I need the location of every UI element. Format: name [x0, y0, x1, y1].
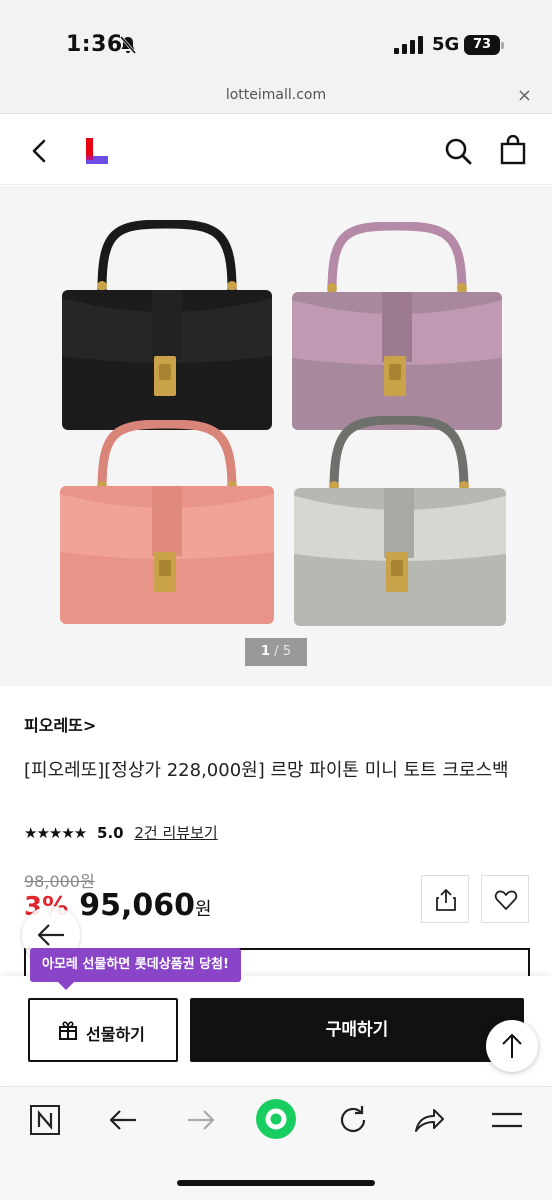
url-text[interactable]: lotteimall.com	[0, 87, 552, 103]
product-image-black-bag	[62, 220, 272, 430]
url-bar[interactable]: lotteimall.com ×	[0, 80, 552, 114]
battery-tip	[501, 42, 504, 49]
shopping-bag-icon[interactable]	[500, 135, 526, 165]
arrow-left-icon	[37, 924, 64, 946]
menu-icon[interactable]	[490, 1103, 524, 1137]
refresh-icon[interactable]	[336, 1103, 370, 1137]
share-arrow-icon[interactable]	[412, 1103, 446, 1137]
status-time: 1:36	[66, 32, 123, 57]
back-chevron-icon[interactable]	[26, 137, 52, 165]
arrow-up-icon	[502, 1034, 522, 1058]
product-image-purple-bag	[292, 222, 502, 430]
brand-name[interactable]: 피오레또	[24, 716, 83, 735]
home-indicator	[177, 1180, 375, 1186]
silent-bell-icon	[119, 36, 137, 54]
gift-icon	[59, 1021, 77, 1040]
naver-home-icon[interactable]	[28, 1103, 62, 1137]
network-type: 5G	[432, 34, 460, 55]
gallery-page-indicator: 1 / 5	[245, 638, 307, 666]
status-bar: 1:36 5G 73	[0, 0, 552, 80]
rating-row: ★★★★★ 5.0 2건 리뷰보기	[24, 822, 218, 843]
browser-back-icon[interactable]	[106, 1103, 140, 1137]
lotte-logo-icon[interactable]	[82, 136, 110, 166]
search-icon[interactable]	[444, 137, 472, 165]
naver-green-dot-icon[interactable]	[254, 1097, 298, 1141]
heart-icon	[494, 890, 518, 910]
chevron-right-icon: >	[82, 716, 97, 735]
product-image-gallery[interactable]: 1 / 5	[0, 186, 552, 686]
product-name: [피오레또][정상가 228,000원] 르망 파이톤 미니 토트 크로스백	[24, 760, 509, 781]
sale-price: 95,060	[79, 888, 196, 923]
battery-indicator: 73	[464, 35, 500, 55]
rating-score: 5.0	[97, 824, 124, 842]
price-unit: 원	[195, 899, 212, 920]
page-current: 1	[261, 644, 271, 659]
brand-link[interactable]: 피오레또>	[24, 712, 96, 736]
scroll-top-button[interactable]	[486, 1020, 538, 1072]
browser-forward-icon[interactable]	[184, 1103, 218, 1137]
star-rating-icon: ★★★★★	[24, 824, 87, 842]
page-total: 5	[282, 644, 291, 659]
review-link[interactable]: 2건 리뷰보기	[134, 824, 217, 842]
close-icon[interactable]: ×	[517, 85, 532, 106]
site-header	[0, 115, 552, 185]
page-separator: /	[270, 644, 283, 659]
promo-tooltip: 아모레 선물하면 롯데상품권 당첨!	[30, 948, 241, 990]
product-image-grey-bag	[294, 416, 506, 626]
gift-button[interactable]: 선물하기	[28, 998, 178, 1062]
share-icon	[436, 888, 456, 911]
gift-button-label[interactable]: 선물하기	[86, 1021, 145, 1045]
wishlist-button[interactable]	[481, 875, 529, 923]
cellular-signal-icon	[394, 36, 423, 54]
share-button[interactable]	[421, 875, 469, 923]
product-image-pink-bag	[60, 420, 274, 624]
buy-button[interactable]: 구매하기	[190, 998, 524, 1062]
